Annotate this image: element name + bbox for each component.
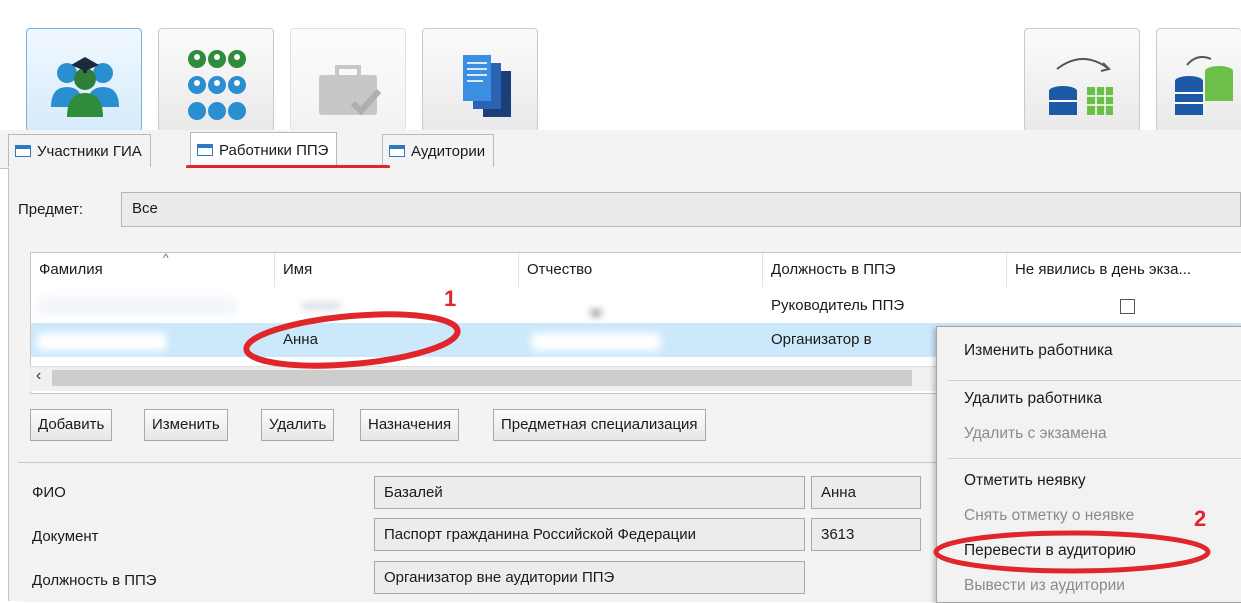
delete-button[interactable]: Удалить	[261, 409, 335, 441]
participants-icon	[51, 57, 119, 117]
tab-label: Аудитории	[411, 142, 486, 160]
position-field[interactable]: Организатор вне аудитории ППЭ	[374, 561, 805, 594]
menu-item-unmark-absence[interactable]: Снять отметку о неявке	[964, 507, 1134, 525]
cell-position: Руководитель ППЭ	[771, 297, 905, 314]
menu-item-remove-from-exam[interactable]: Удалить с экзамена	[964, 425, 1107, 443]
menu-separator	[948, 458, 1241, 459]
menu-item-delete-worker[interactable]: Удалить работника	[964, 390, 1102, 408]
documents-icon	[463, 55, 511, 117]
tab-strip: Участники ГИА Работники ППЭ Аудитории	[0, 130, 1241, 169]
column-header-label: Фамилия	[39, 261, 103, 278]
tab-workers[interactable]: Работники ППЭ	[190, 132, 338, 167]
window-icon	[389, 145, 405, 157]
column-header-name[interactable]: Имя	[275, 253, 519, 287]
redacted-name	[301, 303, 341, 309]
subject-value: Все	[132, 200, 158, 217]
column-header-surname[interactable]: Фамилия ^	[31, 253, 275, 287]
fio-surname-field[interactable]: Базалей	[374, 476, 805, 509]
toolbar-db-sync-button[interactable]	[1156, 28, 1241, 132]
menu-item-edit-worker[interactable]: Изменить работника	[964, 342, 1113, 360]
tab-rooms[interactable]: Аудитории	[382, 134, 495, 167]
cell-name: Анна	[283, 331, 318, 348]
briefcase-check-icon	[319, 65, 382, 116]
tab-label: Участники ГИА	[37, 142, 142, 160]
window-icon	[197, 144, 213, 156]
toolbar-participants-button[interactable]	[26, 28, 142, 132]
menu-separator	[948, 380, 1241, 381]
assignments-button[interactable]: Назначения	[360, 409, 460, 441]
tab-label: Работники ППЭ	[219, 141, 329, 159]
subject-select[interactable]: Все	[121, 192, 1241, 227]
toolbar-briefcase-button[interactable]	[290, 28, 406, 132]
toolbar	[0, 0, 1241, 132]
menu-item-remove-from-room[interactable]: Вывести из аудитории	[964, 577, 1125, 595]
scrollbar-thumb[interactable]	[52, 370, 912, 386]
people-grid-icon	[188, 50, 246, 120]
toolbar-documents-button[interactable]	[422, 28, 538, 132]
document-series-field[interactable]: 3613	[811, 518, 921, 551]
column-header-label: Должность в ППЭ	[771, 261, 896, 278]
window-icon	[15, 145, 31, 157]
specialization-button[interactable]: Предметная специализация	[493, 409, 706, 441]
position-label: Должность в ППЭ	[32, 572, 157, 589]
redacted-patronymic	[531, 333, 661, 351]
fio-name-field[interactable]: Анна	[811, 476, 921, 509]
column-header-label: Отчество	[527, 261, 593, 278]
add-button[interactable]: Добавить	[30, 409, 113, 441]
sort-ascending-icon: ^	[163, 253, 169, 265]
table-row[interactable]: Руководитель ППЭ	[31, 289, 1241, 323]
redacted-surname	[37, 333, 167, 351]
annotation-step-1: 1	[444, 286, 457, 311]
column-header-label: Имя	[283, 261, 313, 278]
column-header-position[interactable]: Должность в ППЭ	[763, 253, 1007, 287]
column-header-absent[interactable]: Не явились в день экза...	[1007, 253, 1241, 287]
scroll-left-icon[interactable]: ‹	[36, 367, 41, 385]
absent-checkbox[interactable]	[1120, 299, 1135, 314]
redacted-surname	[37, 297, 237, 315]
tab-participants[interactable]: Участники ГИА	[8, 134, 151, 167]
database-sync-icon	[1175, 56, 1233, 115]
column-header-patronymic[interactable]: Отчество	[519, 253, 763, 287]
edit-button[interactable]: Изменить	[144, 409, 228, 441]
annotation-step-2: 2	[1194, 506, 1207, 531]
context-menu	[936, 326, 1241, 603]
menu-item-move-to-room[interactable]: Перевести в аудиторию	[964, 542, 1136, 560]
toolbar-db-exchange-button[interactable]	[1024, 28, 1140, 132]
fio-label: ФИО	[32, 484, 66, 501]
redacted-patronymic	[591, 311, 601, 315]
toolbar-people-grid-button[interactable]	[158, 28, 274, 132]
column-header-label: Не явились в день экза...	[1015, 261, 1192, 278]
subject-label: Предмет:	[18, 201, 84, 218]
database-exchange-icon	[1049, 58, 1113, 115]
document-label: Документ	[32, 528, 99, 545]
document-type-field[interactable]: Паспорт гражданина Российской Федерации	[374, 518, 805, 551]
menu-item-mark-absence[interactable]: Отметить неявку	[964, 472, 1086, 490]
